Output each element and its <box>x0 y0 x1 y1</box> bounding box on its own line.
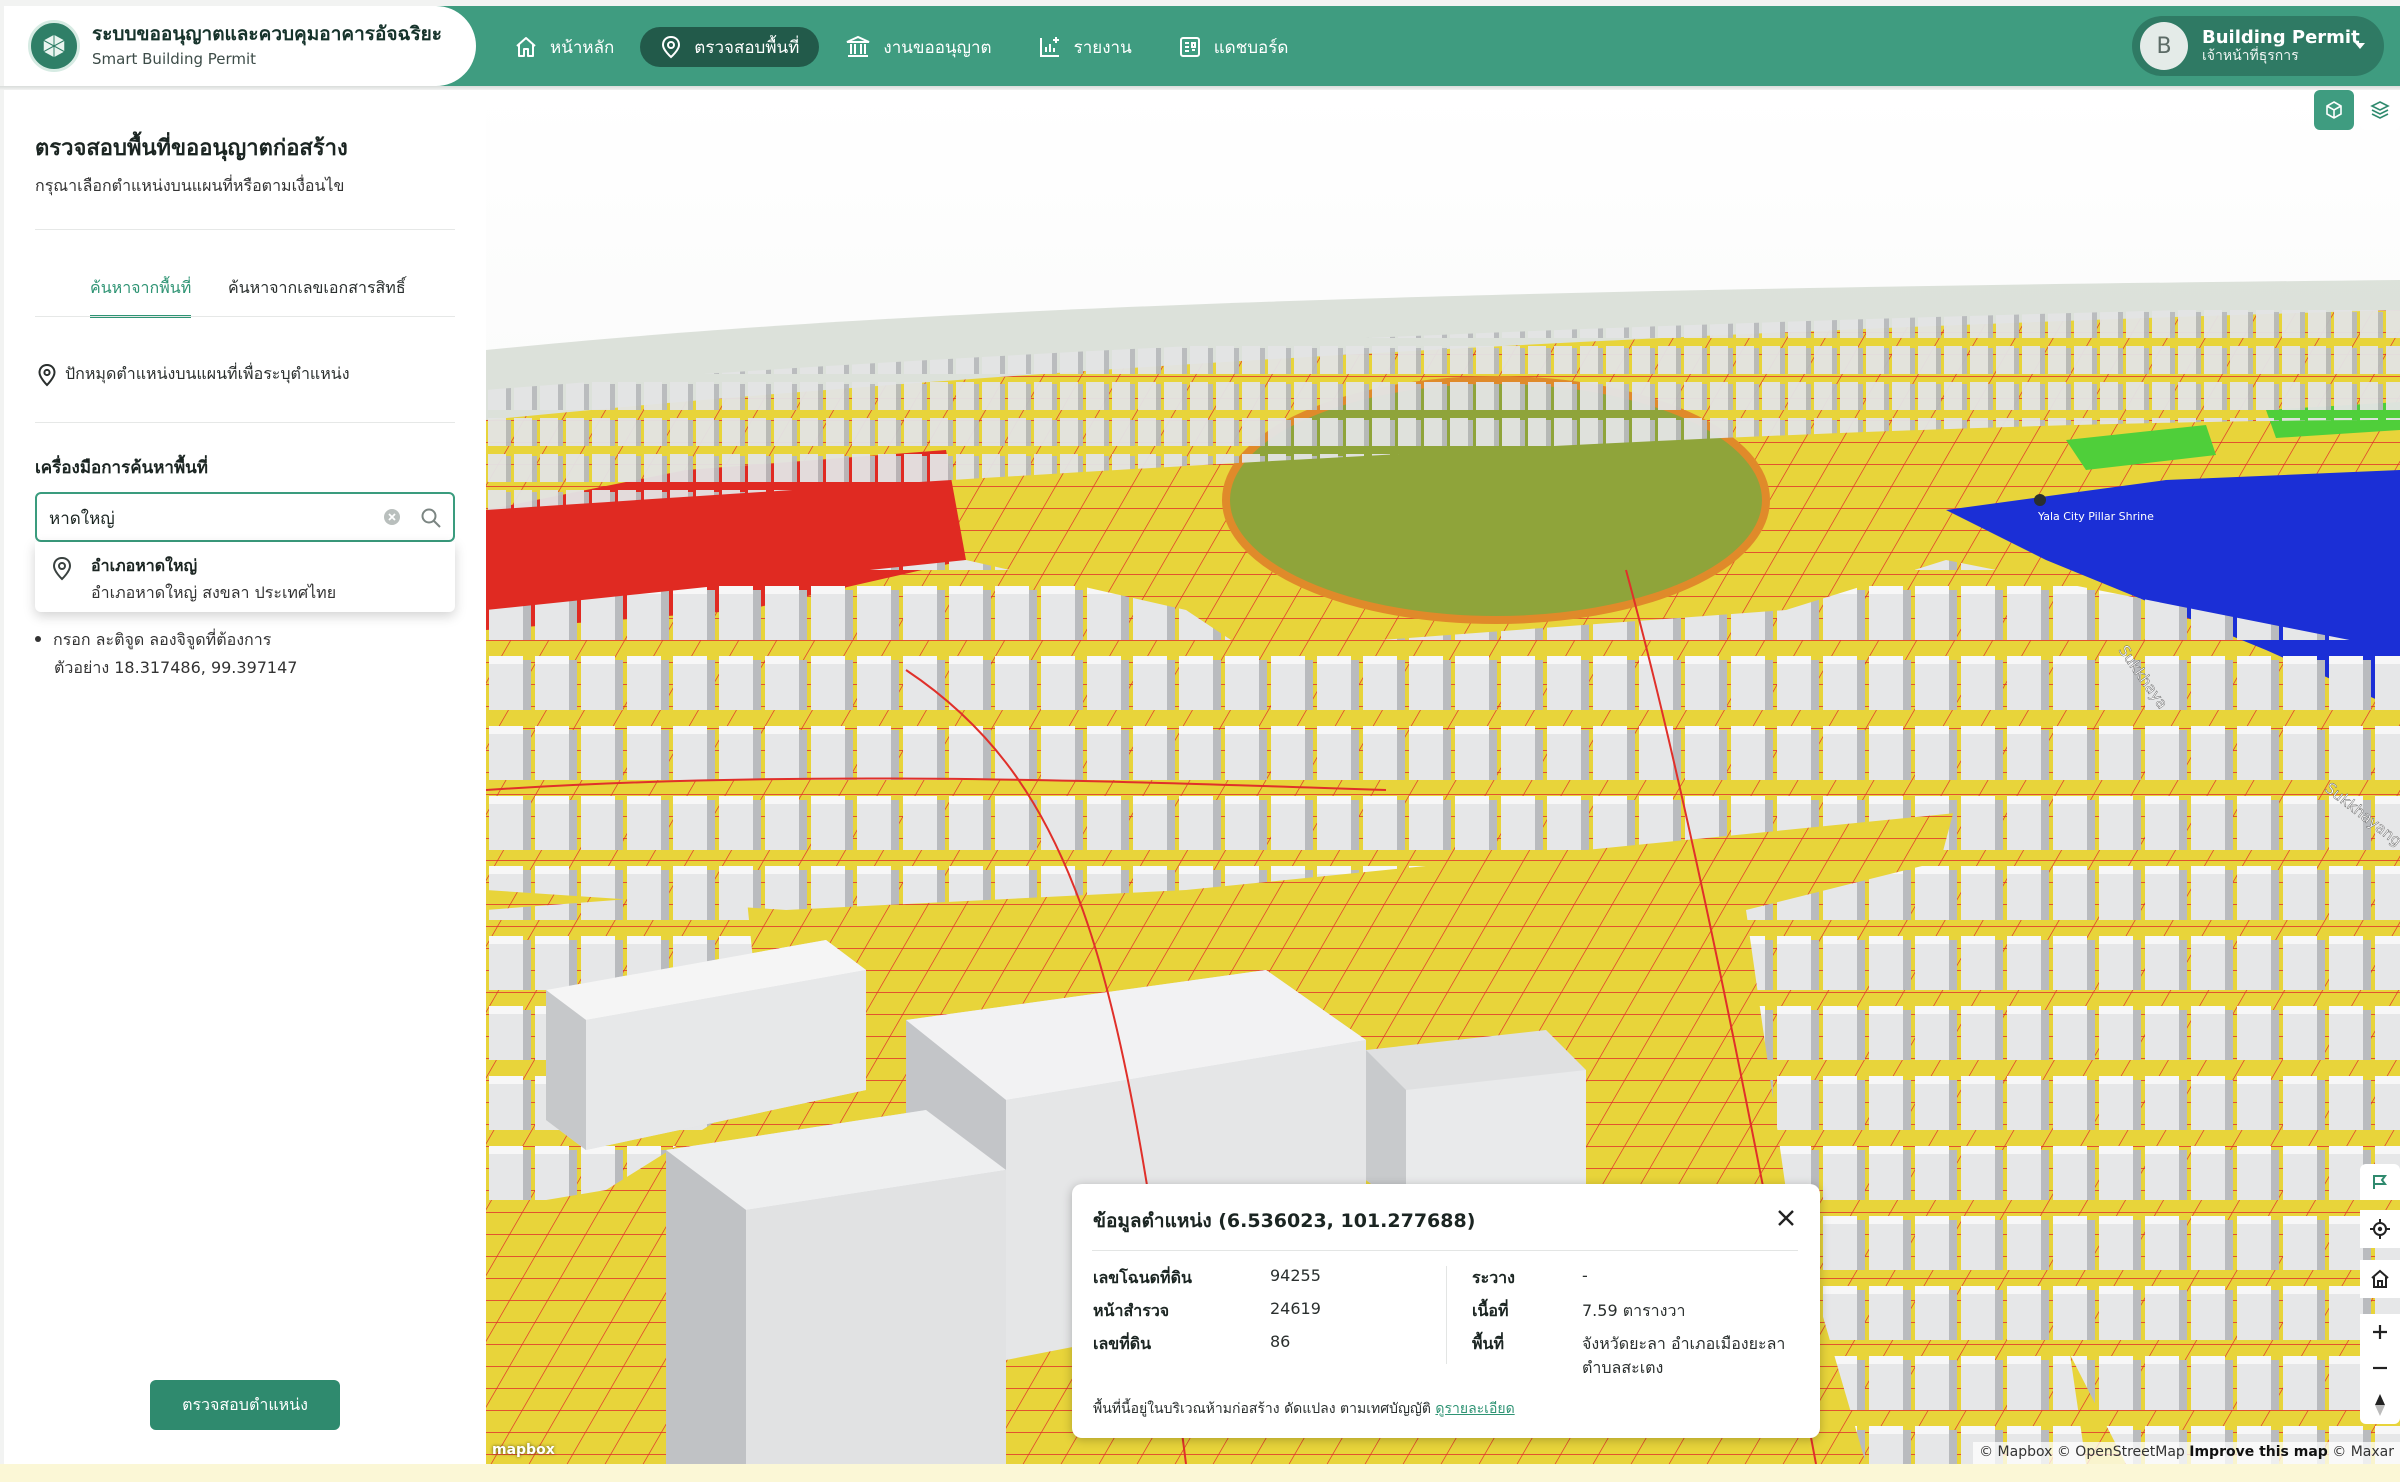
app-root: ระบบขออนุญาตและควบคุมอาคารอัจฉริยะ Smart… <box>0 0 2400 1482</box>
search-button[interactable] <box>417 504 445 532</box>
zoom-in-button[interactable] <box>2360 1314 2400 1350</box>
locate-icon <box>2370 1219 2390 1239</box>
coordinate-hint: กรอก ละติจูด ลองจิจูดที่ต้องการ ตัวอย่าง… <box>35 626 297 682</box>
divider <box>35 229 455 230</box>
info-title: ข้อมูลตำแหน่ง (6.536023, 101.277688) <box>1093 1210 1476 1232</box>
caret-down-icon[interactable] <box>2354 42 2366 50</box>
minus-icon <box>2373 1366 2387 1370</box>
search-box <box>35 492 455 542</box>
logo-icon <box>28 20 80 72</box>
close-icon[interactable] <box>1774 1206 1798 1230</box>
hint-line-2: ตัวอย่าง 18.317486, 99.397147 <box>54 658 298 677</box>
layers-button[interactable] <box>2360 90 2400 130</box>
nav-report-label: รายงาน <box>1073 37 1132 58</box>
location-pin-icon <box>52 556 72 581</box>
poi-marker <box>2034 494 2046 506</box>
area-size-label: เนื้อที่ <box>1472 1301 1509 1320</box>
map-sheet-label: ระวาง <box>1472 1268 1515 1287</box>
flag-icon <box>2373 1175 2387 1189</box>
search-suggestions: อำเภอหาดใหญ่ อำเภอหาดใหญ่ สงขลา ประเทศไท… <box>35 542 455 612</box>
top-navbar: ระบบขออนุญาตและควบคุมอาคารอัจฉริยะ Smart… <box>4 6 2400 86</box>
divider <box>35 316 455 317</box>
user-menu[interactable]: B Building Permit เจ้าหน้าที่ธุรการ <box>2132 16 2384 76</box>
brand[interactable]: ระบบขออนุญาตและควบคุมอาคารอัจฉริยะ Smart… <box>4 6 476 86</box>
deed-number-value: 94255 <box>1270 1266 1321 1285</box>
report-chart-icon <box>1039 37 1059 57</box>
nav-area-check[interactable]: ตรวจสอบพื้นที่ <box>640 27 820 67</box>
divider <box>35 422 455 423</box>
divider <box>1092 1250 1798 1251</box>
search-input[interactable] <box>49 504 379 532</box>
sidebar: ตรวจสอบพื้นที่ขออนุญาตก่อสร้าง กรุณาเลือ… <box>4 90 486 1482</box>
tab-search-by-deed[interactable]: ค้นหาจากเลขเอกสารสิทธิ์ <box>228 276 406 315</box>
nav-home-label: หน้าหลัก <box>550 37 615 58</box>
suggestion-title: อำเภอหาดใหญ่ <box>91 556 198 575</box>
land-number-label: เลขที่ดิน <box>1093 1334 1152 1353</box>
home-icon <box>516 37 536 57</box>
plus-icon <box>2373 1325 2387 1339</box>
locate-button[interactable] <box>2360 1210 2400 1248</box>
nav-report[interactable]: รายงาน <box>1018 27 1152 67</box>
compass-button[interactable] <box>2360 1386 2400 1424</box>
land-number-value: 86 <box>1270 1332 1291 1351</box>
location-pin-icon <box>662 35 681 59</box>
nav-dashboard-label: แดชบอร์ด <box>1213 37 1289 58</box>
brand-subtitle: Smart Building Permit <box>92 49 257 68</box>
divider <box>1446 1266 1447 1364</box>
suggestion-subtitle: อำเภอหาดใหญ่ สงขลา ประเทศไทย <box>91 583 337 602</box>
restriction-note: พื้นที่นี้อยู่ในบริเวณห้ามก่อสร้าง ดัดแป… <box>1093 1398 1515 1420</box>
3d-view-button[interactable] <box>2314 90 2354 130</box>
poi-label: Yala City Pillar Shrine <box>2037 510 2154 523</box>
survey-page-value: 24619 <box>1270 1299 1321 1318</box>
bottom-notice-strip <box>0 1464 2400 1482</box>
check-location-button[interactable]: ตรวจสอบตำแหน่ง <box>150 1380 340 1430</box>
attribution-suffix[interactable]: © Maxar <box>2332 1444 2394 1460</box>
nav-home[interactable]: หน้าหลัก <box>494 27 634 67</box>
home-icon <box>2371 1269 2389 1288</box>
nav-permit[interactable]: งานขออนุญาต <box>825 27 1011 67</box>
area-size-value: 7.59 ตารางวา <box>1582 1301 1686 1320</box>
brand-title: ระบบขออนุญาตและควบคุมอาคารอัจฉริยะ <box>92 22 442 45</box>
user-name: Building Permit <box>2202 26 2360 48</box>
deed-number-label: เลขโฉนดที่ดิน <box>1093 1268 1192 1287</box>
avatar: B <box>2140 22 2188 70</box>
location-pin-icon <box>38 363 56 386</box>
flag-button[interactable] <box>2360 1164 2400 1200</box>
dashboard-icon <box>1179 37 1200 57</box>
main-nav: หน้าหลัก ตรวจสอบพื้นที่ งานขออนุญาต รายง… <box>494 27 1314 67</box>
restriction-note-text: พื้นที่นี้อยู่ในบริเวณห้ามก่อสร้าง ดัดแป… <box>1093 1401 1431 1417</box>
survey-page-label: หน้าสำรวจ <box>1093 1301 1170 1320</box>
pin-instruction-label: ปักหมุดตำแหน่งบนแผนที่เพื่อระบุตำแหน่ง <box>65 364 350 383</box>
map-sheet-value: - <box>1582 1266 1588 1285</box>
page-subtitle: กรุณาเลือกตำแหน่งบนแผนที่หรือตามเงื่อนไข <box>35 176 345 195</box>
suggestion-item[interactable]: อำเภอหาดใหญ่ อำเภอหาดใหญ่ สงขลา ประเทศไท… <box>35 542 455 612</box>
user-role: เจ้าหน้าที่ธุรการ <box>2202 48 2299 65</box>
location-value: จังหวัดยะลา อำเภอเมืองยะลา <box>1582 1334 1786 1353</box>
zoom-out-button[interactable] <box>2360 1350 2400 1386</box>
search-tools-label: เครื่องมือการค้นหาพื้นที่ <box>35 458 208 478</box>
nav-dashboard[interactable]: แดชบอร์ด <box>1158 27 1309 67</box>
tab-search-by-area[interactable]: ค้นหาจากพื้นที่ <box>90 276 192 318</box>
map-attribution: © Mapbox © OpenStreetMap Improve this ma… <box>1973 1442 2400 1464</box>
clear-icon[interactable] <box>383 508 401 526</box>
layers-icon <box>2370 101 2390 119</box>
nav-permit-label: งานขออนุญาต <box>883 37 992 58</box>
mapbox-logo[interactable]: mapbox <box>492 1442 555 1458</box>
compass-icon <box>2375 1394 2385 1416</box>
improve-map-link[interactable]: Improve this map <box>2189 1444 2328 1460</box>
pin-instruction[interactable]: ปักหมุดตำแหน่งบนแผนที่เพื่อระบุตำแหน่ง <box>37 362 350 387</box>
details-link[interactable]: ดูรายละเอียด <box>1435 1401 1514 1417</box>
nav-area-check-label: ตรวจสอบพื้นที่ <box>694 37 800 58</box>
location-info-panel: ข้อมูลตำแหน่ง (6.536023, 101.277688) เลข… <box>1072 1184 1820 1438</box>
building-icon <box>846 35 870 57</box>
location-value-line2: ตำบลสะเตง <box>1582 1358 1664 1377</box>
search-icon <box>421 508 441 528</box>
home-view-button[interactable] <box>2360 1260 2400 1298</box>
cube-icon <box>2326 101 2342 119</box>
hint-line-1: กรอก ละติจูด ลองจิจูดที่ต้องการ <box>53 630 272 649</box>
location-label: พื้นที่ <box>1472 1334 1505 1353</box>
page-title: ตรวจสอบพื้นที่ขออนุญาตก่อสร้าง <box>35 136 348 161</box>
attribution-prefix[interactable]: © Mapbox © OpenStreetMap <box>1979 1444 2185 1460</box>
